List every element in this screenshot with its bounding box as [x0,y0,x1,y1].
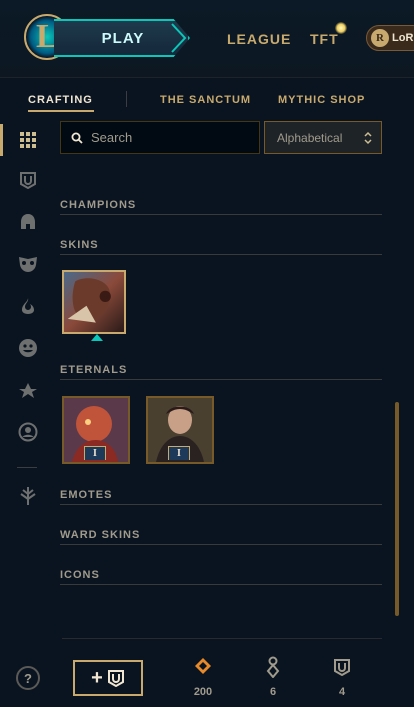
section-eternals[interactable]: ETERNALS [60,360,382,380]
sort-value: Alphabetical [277,130,343,145]
grid-icon[interactable] [18,130,38,150]
footer-divider [62,638,382,639]
eternal-level-badge: I [168,446,190,460]
skin-artwork [64,272,124,332]
summoner-icon-icon[interactable] [18,422,38,442]
section-champions[interactable]: CHAMPIONS [60,195,382,215]
eternals-tile[interactable]: I [62,396,130,464]
chest-icon [107,670,124,687]
notification-glow-icon [335,22,347,34]
currency-value: 4 [338,686,346,698]
section-ward-skins[interactable]: WARD SKINS [60,525,382,545]
add-chest-button[interactable]: + [73,660,143,696]
sort-dropdown[interactable]: Alphabetical [264,121,382,154]
selected-marker-icon [91,334,103,341]
tab-crafting-underline [28,110,94,112]
section-title: CHAMPIONS [60,199,137,211]
section-title: WARD SKINS [60,529,141,541]
currency-value: 6 [269,686,277,698]
nav-league[interactable]: LEAGUE [227,31,291,47]
lor-label: LoR [392,32,414,44]
section-emotes[interactable]: EMOTES [60,485,382,505]
top-bar: L PLAY LEAGUE TFT R LoR [0,0,414,78]
chest-icon [334,659,350,676]
section-title: SKINS [60,239,99,251]
lor-button[interactable]: R LoR [366,25,414,51]
key-fragment-icon [266,656,280,678]
lor-icon: R [371,29,389,47]
eternal-level-badge: I [84,446,106,460]
help-button[interactable]: ? [16,666,40,690]
emote-face-icon[interactable] [18,338,38,358]
section-title: ETERNALS [60,364,128,376]
eternals-tile[interactable]: I [146,396,214,464]
clash-icon[interactable] [18,486,38,506]
sort-chevron-icon [364,131,372,145]
currency-key-fragments: 6 [253,656,293,698]
filter-rail [0,120,52,707]
chest-icon[interactable] [18,170,38,190]
section-title: ICONS [60,569,100,581]
search-box [60,121,260,154]
play-label: PLAY [101,29,145,47]
ward-fire-icon[interactable] [18,296,38,316]
currency-value: 200 [193,686,213,698]
add-label: + [91,666,103,689]
scrollbar-thumb[interactable] [395,402,399,616]
champion-helmet-icon[interactable] [18,212,38,232]
search-input[interactable] [91,130,241,145]
skin-tile[interactable] [62,270,126,334]
currency-chests: 4 [322,656,362,698]
section-skins[interactable]: SKINS [60,235,382,255]
tab-crafting[interactable]: CRAFTING [28,94,93,106]
tab-mythic-shop[interactable]: MYTHIC SHOP [278,94,365,106]
nav-tft[interactable]: TFT [310,31,339,47]
play-chevron-icon [171,23,187,53]
search-icon [71,132,83,144]
section-title: EMOTES [60,489,113,501]
rail-separator [17,467,37,468]
rail-active-indicator [0,124,3,156]
tab-the-sanctum[interactable]: THE SANCTUM [160,94,251,106]
orange-essence-icon [195,658,211,674]
sub-navigation: CRAFTING THE SANCTUM MYTHIC SHOP [0,86,414,114]
currency-orange-essence: 200 [183,656,223,698]
skin-mask-icon[interactable] [18,254,38,274]
eternals-icon[interactable] [18,380,38,400]
subnav-divider [126,91,127,107]
section-icons[interactable]: ICONS [60,565,382,585]
